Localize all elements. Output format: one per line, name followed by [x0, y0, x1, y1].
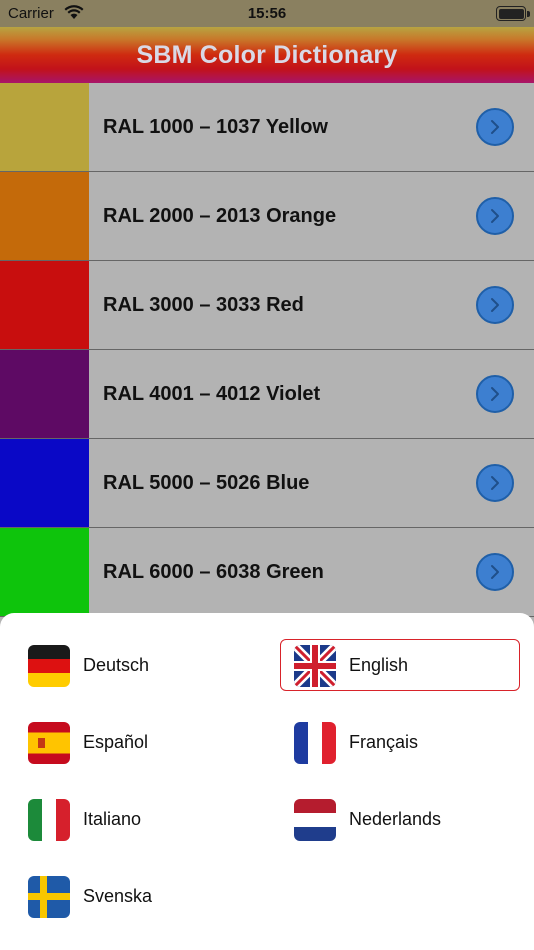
color-swatch: [0, 350, 89, 438]
france-flag-icon: [294, 722, 336, 764]
color-row-label: RAL 5000 – 5026 Blue: [103, 472, 310, 494]
color-swatch: [0, 528, 89, 616]
status-bar: Carrier 15:56: [0, 0, 534, 27]
color-row-blue[interactable]: RAL 5000 – 5026 Blue: [0, 439, 534, 528]
netherlands-flag-icon: [294, 799, 336, 841]
color-row-red[interactable]: RAL 3000 – 3033 Red: [0, 261, 534, 350]
sweden-flag-icon: [28, 876, 70, 918]
language-label: English: [349, 655, 409, 675]
language-option-francais[interactable]: Français: [280, 716, 520, 768]
language-option-english[interactable]: English: [280, 639, 520, 691]
chevron-right-icon[interactable]: [476, 553, 514, 591]
color-row-label: RAL 6000 – 6038 Green: [103, 561, 324, 583]
uk-flag-icon: [294, 645, 336, 687]
chevron-right-icon[interactable]: [476, 286, 514, 324]
chevron-right-icon[interactable]: [476, 108, 514, 146]
language-label: Español: [83, 732, 149, 752]
color-row-yellow[interactable]: RAL 1000 – 1037 Yellow: [0, 83, 534, 172]
color-row-label: RAL 1000 – 1037 Yellow: [103, 116, 328, 138]
color-row-orange[interactable]: RAL 2000 – 2013 Orange: [0, 172, 534, 261]
page-title: SBM Color Dictionary: [136, 41, 398, 69]
language-option-espanol[interactable]: Español: [14, 716, 254, 768]
chevron-right-icon[interactable]: [476, 375, 514, 413]
language-option-deutsch[interactable]: Deutsch: [14, 639, 254, 691]
germany-flag-icon: [28, 645, 70, 687]
language-option-svenska[interactable]: Svenska: [14, 870, 254, 922]
color-list: RAL 1000 – 1037 Yellow RAL 2000 – 2013 O…: [0, 83, 534, 617]
language-option-nederlands[interactable]: Nederlands: [280, 793, 520, 845]
title-bar: SBM Color Dictionary: [0, 27, 534, 83]
language-label: Italiano: [83, 809, 142, 829]
battery-icon: [496, 6, 526, 21]
language-label: Français: [349, 732, 419, 752]
chevron-right-icon[interactable]: [476, 464, 514, 502]
color-swatch: [0, 83, 89, 171]
battery-tip: [527, 11, 530, 17]
chevron-right-icon[interactable]: [476, 197, 514, 235]
language-sheet: Deutsch English Español Français Italian…: [0, 613, 534, 950]
color-row-label: RAL 2000 – 2013 Orange: [103, 205, 337, 227]
italy-flag-icon: [28, 799, 70, 841]
language-option-italiano[interactable]: Italiano: [14, 793, 254, 845]
language-label: Svenska: [83, 886, 153, 906]
color-swatch: [0, 439, 89, 527]
color-swatch: [0, 261, 89, 349]
color-row-green[interactable]: RAL 6000 – 6038 Green: [0, 528, 534, 617]
color-row-violet[interactable]: RAL 4001 – 4012 Violet: [0, 350, 534, 439]
color-swatch: [0, 172, 89, 260]
clock: 15:56: [247, 5, 287, 22]
language-label: Deutsch: [83, 655, 150, 675]
color-row-label: RAL 4001 – 4012 Violet: [103, 383, 321, 405]
language-label: Nederlands: [349, 809, 442, 829]
spain-flag-icon: [28, 722, 70, 764]
color-row-label: RAL 3000 – 3033 Red: [103, 294, 304, 316]
